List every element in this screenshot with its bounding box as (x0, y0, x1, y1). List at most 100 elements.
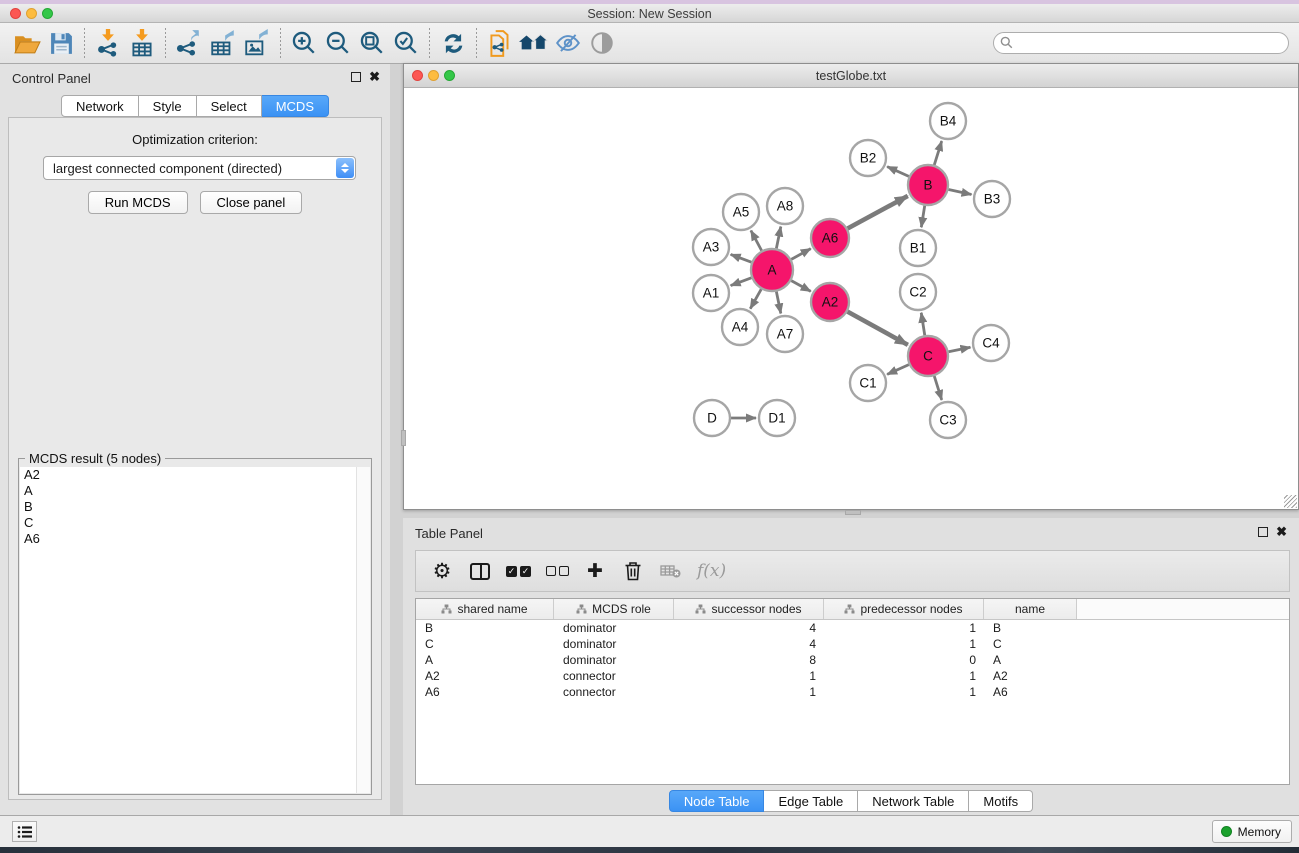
window-resize-grip[interactable] (1284, 495, 1297, 508)
table-settings-button[interactable]: ⚙ (430, 558, 454, 584)
table-cell[interactable]: 1 (824, 620, 984, 636)
result-list-scrollbar[interactable] (356, 467, 370, 793)
table-cell[interactable]: A6 (984, 684, 1077, 700)
node-A7[interactable]: A7 (767, 316, 803, 352)
edge-A-A4[interactable] (750, 289, 761, 309)
tab-edge-table[interactable]: Edge Table (764, 790, 858, 812)
column-header-predecessor-nodes[interactable]: predecessor nodes (824, 599, 984, 619)
edge-B-B1[interactable] (921, 206, 924, 228)
tab-style[interactable]: Style (139, 95, 197, 117)
zoom-out-button[interactable] (321, 27, 355, 59)
node-D[interactable]: D (694, 400, 730, 436)
node-B4[interactable]: B4 (930, 103, 966, 139)
edge-B-B4[interactable] (934, 141, 941, 165)
zoom-selected-button[interactable] (389, 27, 423, 59)
node-A2[interactable]: A2 (811, 283, 849, 321)
zoom-in-button[interactable] (287, 27, 321, 59)
export-image-button[interactable] (240, 27, 274, 59)
edge-C-C2[interactable] (921, 313, 925, 336)
node-B[interactable]: B (908, 165, 948, 205)
show-panel-button[interactable] (585, 27, 619, 59)
table-cell[interactable]: 1 (674, 668, 824, 684)
table-row[interactable]: Cdominator41C (416, 636, 1289, 652)
edge-C-C3[interactable] (934, 376, 941, 400)
table-cell[interactable]: 1 (824, 668, 984, 684)
table-cell[interactable]: A2 (984, 668, 1077, 684)
network-canvas[interactable]: AA6A2BCA5A8A3A1A4A7B4B2B3B1C2C4C1C3DD1 (404, 88, 1298, 509)
node-A1[interactable]: A1 (693, 275, 729, 311)
node-A8[interactable]: A8 (767, 188, 803, 224)
home-button[interactable] (517, 27, 551, 59)
table-row[interactable]: A2connector11A2 (416, 668, 1289, 684)
delete-table-button[interactable] (659, 558, 683, 584)
save-session-button[interactable] (44, 27, 78, 59)
table-cell[interactable]: 8 (674, 652, 824, 668)
table-cell[interactable]: A6 (416, 684, 554, 700)
table-cell[interactable]: A (416, 652, 554, 668)
deselect-all-button[interactable] (545, 558, 569, 584)
refresh-layout-button[interactable] (436, 27, 470, 59)
node-A5[interactable]: A5 (723, 194, 759, 230)
column-header-name[interactable]: name (984, 599, 1077, 619)
result-item[interactable]: B (20, 499, 356, 515)
result-item[interactable]: C (20, 515, 356, 531)
float-table-panel-icon[interactable] (1258, 527, 1268, 537)
tab-network[interactable]: Network (61, 95, 139, 117)
node-C[interactable]: C (908, 336, 948, 376)
table-cell[interactable]: 0 (824, 652, 984, 668)
node-C4[interactable]: C4 (973, 325, 1009, 361)
table-cell[interactable]: connector (554, 684, 674, 700)
import-network-button[interactable] (91, 27, 125, 59)
edge-A-A3[interactable] (731, 254, 752, 262)
table-cell[interactable]: C (416, 636, 554, 652)
table-row[interactable]: Adominator80A (416, 652, 1289, 668)
edge-B-B2[interactable] (887, 167, 909, 177)
table-cell[interactable]: 1 (824, 636, 984, 652)
table-cell[interactable]: dominator (554, 620, 674, 636)
open-session-button[interactable] (10, 27, 44, 59)
edge-C-C4[interactable] (949, 347, 971, 352)
export-table-button[interactable] (206, 27, 240, 59)
close-panel-icon[interactable]: ✖ (369, 72, 380, 82)
node-A[interactable]: A (751, 249, 793, 291)
edge-A-A2[interactable] (791, 281, 810, 292)
table-cell[interactable]: 4 (674, 620, 824, 636)
memory-button[interactable]: Memory (1212, 820, 1292, 843)
edge-A-A8[interactable] (776, 227, 780, 249)
table-cell[interactable]: 1 (824, 684, 984, 700)
select-all-button[interactable]: ✓✓ (506, 558, 531, 584)
tab-node-table[interactable]: Node Table (669, 790, 765, 812)
close-table-panel-icon[interactable]: ✖ (1276, 527, 1287, 537)
criterion-select[interactable]: largest connected component (directed) (43, 156, 356, 180)
mcds-result-list[interactable]: A2ABCA6 (20, 467, 356, 793)
column-visibility-button[interactable] (468, 558, 492, 584)
delete-column-button[interactable] (621, 558, 645, 584)
edge-A-A6[interactable] (791, 249, 810, 260)
node-A3[interactable]: A3 (693, 229, 729, 265)
tab-network-table[interactable]: Network Table (858, 790, 969, 812)
export-network-button[interactable] (172, 27, 206, 59)
zoom-fit-button[interactable] (355, 27, 389, 59)
search-input[interactable] (993, 32, 1289, 54)
node-A6[interactable]: A6 (811, 219, 849, 257)
table-cell[interactable]: 1 (674, 684, 824, 700)
network-window-titlebar[interactable]: testGlobe.txt (404, 64, 1298, 88)
table-cell[interactable]: 4 (674, 636, 824, 652)
node-B1[interactable]: B1 (900, 230, 936, 266)
table-cell[interactable]: A2 (416, 668, 554, 684)
tab-mcds[interactable]: MCDS (262, 95, 329, 117)
hide-panel-button[interactable] (551, 27, 585, 59)
result-item[interactable]: A6 (20, 531, 356, 547)
node-C2[interactable]: C2 (900, 274, 936, 310)
result-item[interactable]: A (20, 483, 356, 499)
edge-A2-C[interactable] (848, 312, 908, 345)
column-header-shared-name[interactable]: shared name (416, 599, 554, 619)
table-row[interactable]: A6connector11A6 (416, 684, 1289, 700)
node-C3[interactable]: C3 (930, 402, 966, 438)
column-header-successor-nodes[interactable]: successor nodes (674, 599, 824, 619)
node-C1[interactable]: C1 (850, 365, 886, 401)
edge-C-C1[interactable] (887, 365, 909, 375)
clone-network-button[interactable] (483, 27, 517, 59)
column-header-MCDS-role[interactable]: MCDS role (554, 599, 674, 619)
tab-select[interactable]: Select (197, 95, 262, 117)
